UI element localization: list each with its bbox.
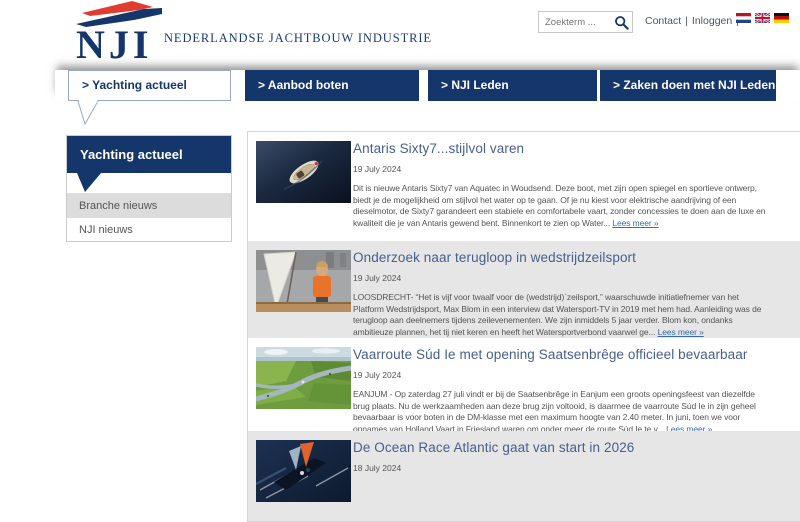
company-name: NEDERLANDSE JACHTBOUW INDUSTRIE [164, 31, 432, 46]
sidebar-title: Yachting actueel [67, 136, 231, 173]
sidebar-item-nji-nieuws[interactable]: NJI nieuws [67, 217, 231, 241]
german-flag-icon[interactable] [774, 13, 789, 23]
article-thumbnail-boat-aerial-icon[interactable] [256, 141, 351, 203]
active-tab-pointer [77, 100, 103, 125]
tab-aanbod-boten[interactable]: > Aanbod boten [245, 70, 419, 101]
search-box [538, 11, 633, 33]
link-separator: | [685, 15, 688, 27]
news-article: Onderzoek naar terugloop in wedstrijdzei… [248, 241, 800, 338]
article-excerpt-text: Dit is nieuwe Antaris Sixty7 van Aquatec… [353, 183, 765, 228]
news-list: Antaris Sixty7...stijlvol varen 19 July … [247, 131, 800, 522]
contact-link[interactable]: Contact [645, 15, 681, 27]
news-article: Vaarroute Súd Ie met opening Saatsenbrêg… [248, 338, 800, 431]
sidebar-title-pointer [77, 173, 107, 193]
nji-logo[interactable]: NJI [76, 0, 162, 63]
login-link[interactable]: Inloggen [692, 15, 732, 27]
tab-nji-leden[interactable]: > NJI Leden [428, 70, 597, 101]
article-thumbnail-race-sailboat-icon[interactable] [256, 440, 351, 502]
article-thumbnail-fields-aerial-icon[interactable] [256, 347, 351, 409]
article-title[interactable]: Antaris Sixty7...stijlvol varen [353, 141, 524, 156]
article-date: 19 July 2024 [353, 370, 767, 380]
article-date: 18 July 2024 [353, 463, 767, 473]
search-input[interactable] [539, 13, 611, 33]
search-icon[interactable] [614, 15, 629, 30]
article-thumbnail-child-sailboat-icon[interactable] [256, 250, 351, 312]
news-article: Antaris Sixty7...stijlvol varen 19 July … [248, 132, 800, 241]
article-excerpt: EANJUM - Op zaterdag 27 juli vindt er bi… [353, 389, 767, 431]
language-switcher [736, 13, 789, 23]
british-flag-icon[interactable] [755, 13, 770, 23]
article-title[interactable]: De Ocean Race Atlantic gaat van start in… [353, 440, 634, 455]
read-more-link[interactable]: Lees meer » [666, 424, 712, 432]
tab-zaken-doen-met-nji-leden[interactable]: > Zaken doen met NJI Leden [600, 70, 776, 101]
article-date: 19 July 2024 [353, 273, 767, 283]
article-title[interactable]: Onderzoek naar terugloop in wedstrijdzei… [353, 250, 636, 265]
header-links: Contact|Inloggen| [645, 15, 743, 27]
read-more-link[interactable]: Lees meer » [612, 218, 658, 228]
tab-yachting-actueel[interactable]: > Yachting actueel [68, 70, 231, 101]
article-title[interactable]: Vaarroute Súd Ie met opening Saatsenbrêg… [353, 347, 747, 362]
dutch-flag-icon[interactable] [736, 13, 751, 23]
read-more-link[interactable]: Lees meer » [658, 327, 704, 337]
boat-logo-icon: NJI [76, 0, 162, 63]
sidebar-item-branche-nieuws[interactable]: Branche nieuws [67, 193, 231, 217]
logo-acronym: NJI [76, 22, 152, 63]
news-article: De Ocean Race Atlantic gaat van start in… [248, 431, 800, 521]
article-excerpt: Dit is nieuwe Antaris Sixty7 van Aquatec… [353, 183, 767, 229]
article-date: 19 July 2024 [353, 164, 767, 174]
sidebar: Yachting actueel Branche nieuws NJI nieu… [66, 135, 232, 242]
article-excerpt: LOOSDRECHT- “Het is vijf voor twaalf voo… [353, 292, 767, 338]
